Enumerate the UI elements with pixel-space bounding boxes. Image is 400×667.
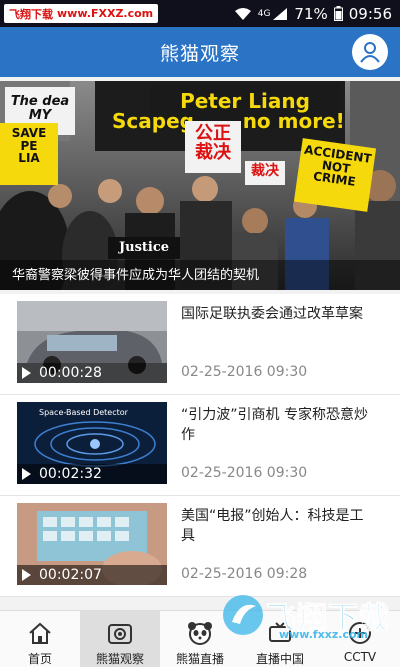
video-duration-bar: 00:02:32 xyxy=(17,464,167,484)
bottom-nav: 首页 熊猫观察 熊猫直播 直播中国 CCTV xyxy=(0,610,400,667)
wifi-icon xyxy=(234,7,251,20)
app-header: 熊猫观察 xyxy=(0,27,400,77)
news-title: 国际足联执委会通过改革草案 xyxy=(181,306,363,322)
news-time: 02-25-2016 09:30 xyxy=(181,364,308,380)
battery-icon xyxy=(333,6,343,21)
nav-label: 熊猫直播 xyxy=(175,652,224,666)
featured-banner[interactable]: Peter Liang Scapeg no more! The dea MY S… xyxy=(0,81,400,290)
news-title: “引力波”引商机 专家称恐意炒作 xyxy=(181,407,368,443)
panda-icon xyxy=(188,622,212,645)
news-list: 00:00:28 国际足联执委会通过改革草案 02-25-2016 09:30 … xyxy=(0,294,400,597)
live-china-icon xyxy=(269,622,291,642)
user-icon xyxy=(360,42,380,63)
play-icon xyxy=(22,569,31,581)
video-duration: 00:02:32 xyxy=(39,466,102,482)
list-item[interactable]: Space-Based Detector 00:02:32 “引力波”引商机 专… xyxy=(0,395,400,496)
sign-justice-cn: 公正 裁决 xyxy=(185,121,241,173)
network-type: 4G xyxy=(257,8,271,19)
list-item[interactable]: 00:02:07 美国“电报”创始人：科技是工具 02-25-2016 09:2… xyxy=(0,496,400,597)
nav-item-panda-watch[interactable]: 熊猫观察 xyxy=(80,611,160,667)
sign-save-liang: SAVE PE LIA xyxy=(0,123,58,185)
nav-label: 首页 xyxy=(27,652,52,666)
banner-caption: 华裔警察梁彼得事件应成为华人团结的契机 xyxy=(12,268,260,283)
nav-item-cctv[interactable]: CCTV xyxy=(320,611,400,667)
home-icon xyxy=(29,622,51,644)
nav-item-live-china[interactable]: 直播中国 xyxy=(240,611,320,667)
watermark-url: www.FXXZ.com xyxy=(57,7,154,20)
watermark-cn: 飞翔下载 xyxy=(9,7,53,21)
video-duration-bar: 00:02:07 xyxy=(17,565,167,585)
news-time: 02-25-2016 09:30 xyxy=(181,465,308,481)
news-title: 美国“电报”创始人：科技是工具 xyxy=(181,508,364,544)
play-icon xyxy=(22,367,31,379)
list-item[interactable]: 00:00:28 国际足联执委会通过改革草案 02-25-2016 09:30 xyxy=(0,294,400,395)
sign-justice-en: Justice xyxy=(108,237,180,259)
nav-item-home[interactable]: 首页 xyxy=(0,611,80,667)
nav-label: 熊猫观察 xyxy=(95,652,144,666)
video-duration: 00:02:07 xyxy=(39,567,102,583)
nav-label: 直播中国 xyxy=(255,652,304,666)
watermark-badge: 飞翔下载 www.FXXZ.com xyxy=(4,4,159,23)
status-bar: 飞翔下载 www.FXXZ.com 4G 71% 09:56 xyxy=(0,0,400,27)
page-title: 熊猫观察 xyxy=(159,42,240,65)
cctv-icon xyxy=(349,622,371,644)
panda-watch-icon xyxy=(108,624,132,644)
status-time: 09:56 xyxy=(348,4,392,23)
video-thumbnail: Space-Based Detector 00:02:32 xyxy=(17,402,167,484)
thumb-text: Space-Based Detector xyxy=(39,408,128,417)
nav-item-panda-live[interactable]: 熊猫直播 xyxy=(160,611,240,667)
video-thumbnail: 00:00:28 xyxy=(17,301,167,383)
nav-label: CCTV xyxy=(343,650,377,664)
user-profile-button[interactable] xyxy=(352,34,388,70)
play-icon xyxy=(22,468,31,480)
video-duration: 00:00:28 xyxy=(39,365,102,381)
sign-accident-not-crime: ACCIDENT NOT CRIME xyxy=(293,138,377,212)
status-icons: 4G 71% 09:56 xyxy=(234,5,400,23)
sign-justice-cn-small: 裁决 xyxy=(245,161,285,185)
video-duration-bar: 00:00:28 xyxy=(17,363,167,383)
video-thumbnail: 00:02:07 xyxy=(17,503,167,585)
signal-icon xyxy=(273,7,288,20)
news-time: 02-25-2016 09:28 xyxy=(181,566,308,582)
battery-percent: 71% xyxy=(294,4,328,23)
